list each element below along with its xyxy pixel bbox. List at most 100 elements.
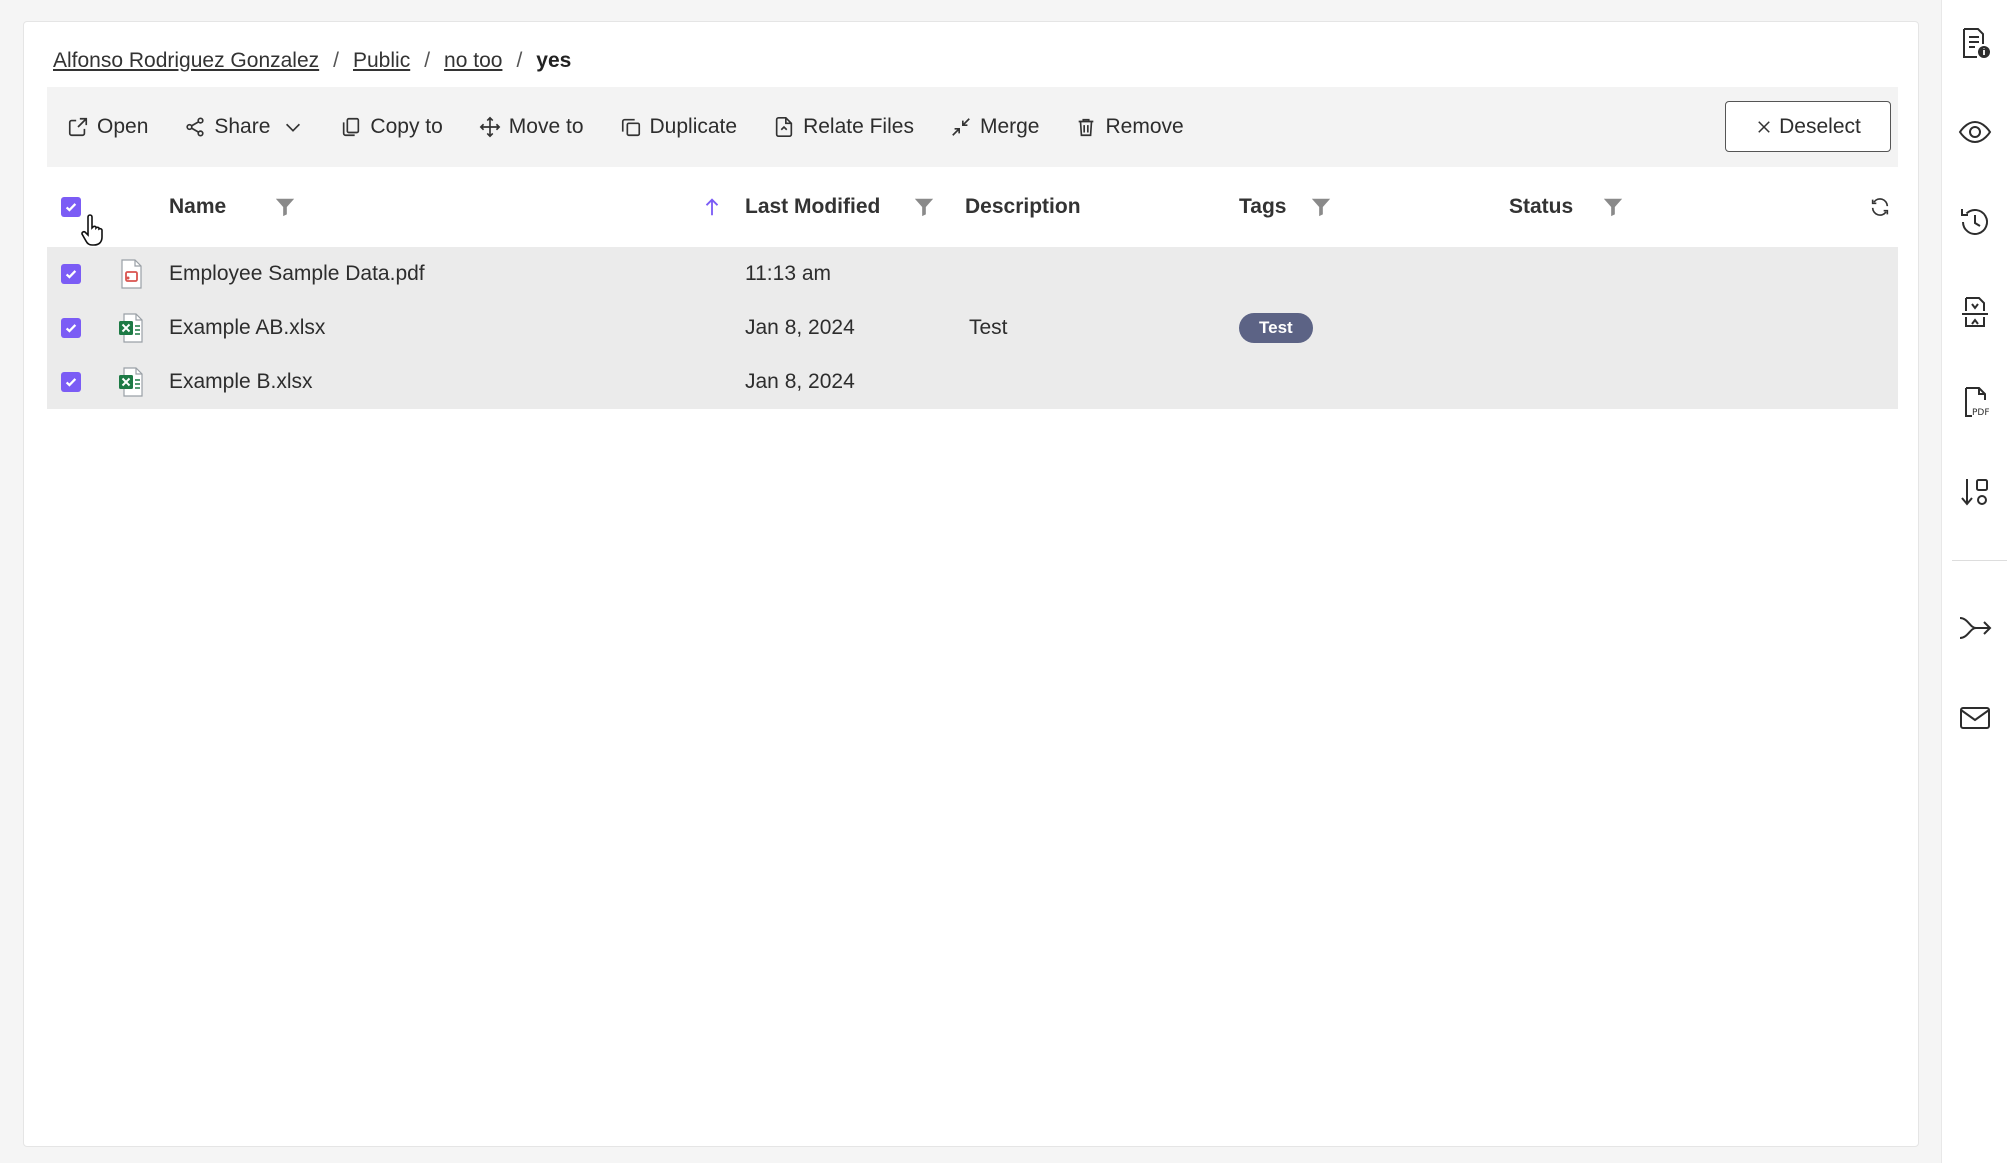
- row-checkbox[interactable]: [61, 318, 81, 338]
- file-name[interactable]: Example AB.xlsx: [169, 301, 325, 355]
- column-header-name[interactable]: Name: [169, 167, 226, 247]
- merge-button[interactable]: Merge: [932, 102, 1058, 152]
- duplicate-icon: [621, 118, 640, 137]
- file-last-modified: Jan 8, 2024: [745, 370, 855, 393]
- history-icon[interactable]: [1958, 205, 1992, 239]
- file-info-icon[interactable]: [1958, 26, 1992, 60]
- deselect-button[interactable]: Deselect: [1725, 101, 1891, 152]
- breadcrumb: Alfonso Rodriguez Gonzalez / Public / no…: [53, 49, 571, 73]
- file-name[interactable]: Employee Sample Data.pdf: [169, 247, 425, 301]
- remove-button[interactable]: Remove: [1057, 102, 1201, 152]
- remove-label: Remove: [1105, 115, 1184, 138]
- table-row[interactable]: Example B.xlsx Jan 8, 2024: [47, 355, 1898, 409]
- column-header-last-modified[interactable]: Last Modified: [745, 167, 880, 247]
- row-checkbox-cell: [61, 301, 81, 355]
- open-label: Open: [97, 115, 149, 138]
- share-button[interactable]: Share: [166, 102, 322, 152]
- copy-icon: [343, 117, 360, 137]
- breadcrumb-item-no-too[interactable]: no too: [444, 49, 502, 73]
- copy-to-label: Copy to: [370, 115, 443, 138]
- column-header-description[interactable]: Description: [965, 167, 1081, 247]
- file-table-body: Employee Sample Data.pdf 11:13 am Exampl…: [47, 247, 1898, 409]
- pdf-file-icon: [117, 247, 145, 301]
- arrow-up-icon: [705, 198, 719, 216]
- filter-icon: [914, 198, 934, 217]
- breadcrumb-separator: /: [333, 49, 339, 72]
- relate-file-icon: [775, 117, 793, 137]
- breadcrumb-separator: /: [516, 49, 523, 72]
- column-tags-label: Tags: [1239, 195, 1287, 218]
- checkmark-icon: [65, 378, 77, 387]
- move-to-label: Move to: [508, 115, 584, 138]
- status-filter-button[interactable]: [1602, 167, 1624, 247]
- column-header-status[interactable]: Status: [1509, 167, 1573, 247]
- file-description: Test: [969, 316, 1008, 339]
- checkmark-icon: [65, 203, 77, 212]
- file-last-modified: Jan 8, 2024: [745, 316, 855, 339]
- tag-cell: Test: [1239, 301, 1313, 355]
- copy-to-button[interactable]: Copy to: [322, 102, 460, 152]
- file-name[interactable]: Example B.xlsx: [169, 355, 313, 409]
- select-all-checkbox[interactable]: [61, 197, 81, 217]
- excel-file-icon: [117, 355, 145, 409]
- table-header: Name Last Modified Description Tags Stat…: [47, 167, 1898, 247]
- eye-icon[interactable]: [1958, 115, 1992, 149]
- mail-icon[interactable]: [1958, 701, 1992, 735]
- filter-icon: [275, 198, 295, 217]
- relate-files-button[interactable]: Relate Files: [755, 102, 932, 152]
- external-link-icon: [68, 117, 88, 137]
- relate-files-label: Relate Files: [803, 115, 914, 138]
- row-checkbox[interactable]: [61, 372, 81, 392]
- sort-shapes-icon[interactable]: [1958, 475, 1992, 509]
- sort-ascending-button[interactable]: [701, 167, 723, 247]
- breadcrumb-item-user[interactable]: Alfonso Rodriguez Gonzalez: [53, 49, 319, 73]
- close-icon: [1758, 120, 1770, 133]
- tags-filter-button[interactable]: [1310, 167, 1332, 247]
- workflow-arrow-icon[interactable]: [1958, 611, 1992, 645]
- file-last-modified: 11:13 am: [745, 262, 831, 285]
- svg-text:PDF: PDF: [1972, 408, 1990, 418]
- column-header-tags[interactable]: Tags: [1239, 167, 1286, 247]
- refresh-icon: [1871, 198, 1889, 216]
- column-description-label: Description: [965, 195, 1081, 218]
- pdf-file-icon[interactable]: PDF: [1958, 385, 1992, 419]
- trash-icon: [1079, 118, 1094, 137]
- last-modified-filter-button[interactable]: [913, 167, 935, 247]
- breadcrumb-item-public[interactable]: Public: [353, 49, 410, 73]
- move-icon: [479, 116, 501, 138]
- rail-divider: [1952, 560, 2007, 561]
- row-checkbox-cell: [61, 247, 81, 301]
- column-status-label: Status: [1509, 195, 1574, 218]
- file-browser-panel: Alfonso Rodriguez Gonzalez / Public / no…: [23, 21, 1919, 1147]
- duplicate-label: Duplicate: [649, 115, 738, 138]
- share-icon: [186, 117, 204, 137]
- table-row[interactable]: Employee Sample Data.pdf 11:13 am: [47, 247, 1898, 301]
- chevron-down-icon: [286, 123, 301, 132]
- deselect-label: Deselect: [1779, 114, 1861, 138]
- table-row[interactable]: Example AB.xlsx Jan 8, 2024 Test Test: [47, 301, 1898, 355]
- merge-label: Merge: [979, 115, 1040, 138]
- right-action-rail: PDF: [1941, 0, 2007, 1163]
- name-filter-button[interactable]: [274, 167, 296, 247]
- merge-arrows-icon: [952, 118, 970, 136]
- tag-badge[interactable]: Test: [1239, 313, 1313, 343]
- select-all-cell: [61, 167, 81, 247]
- breadcrumb-current: yes: [536, 49, 572, 72]
- compress-file-icon[interactable]: [1958, 295, 1992, 329]
- refresh-button[interactable]: [1869, 167, 1891, 247]
- selection-toolbar: Open Share Copy to Move to Duplicate Rel…: [47, 87, 1898, 167]
- column-name-label: Name: [169, 195, 227, 218]
- filter-icon: [1603, 198, 1623, 217]
- hand-pointer-icon: [81, 214, 103, 246]
- checkmark-icon: [65, 270, 77, 279]
- row-checkbox[interactable]: [61, 264, 81, 284]
- open-button[interactable]: Open: [47, 102, 166, 152]
- excel-file-icon: [117, 301, 145, 355]
- breadcrumb-separator: /: [424, 49, 431, 72]
- move-to-button[interactable]: Move to: [461, 102, 602, 152]
- duplicate-button[interactable]: Duplicate: [602, 102, 756, 152]
- column-last-modified-label: Last Modified: [745, 195, 881, 218]
- row-checkbox-cell: [61, 355, 81, 409]
- checkmark-icon: [65, 324, 77, 333]
- filter-icon: [1311, 198, 1331, 217]
